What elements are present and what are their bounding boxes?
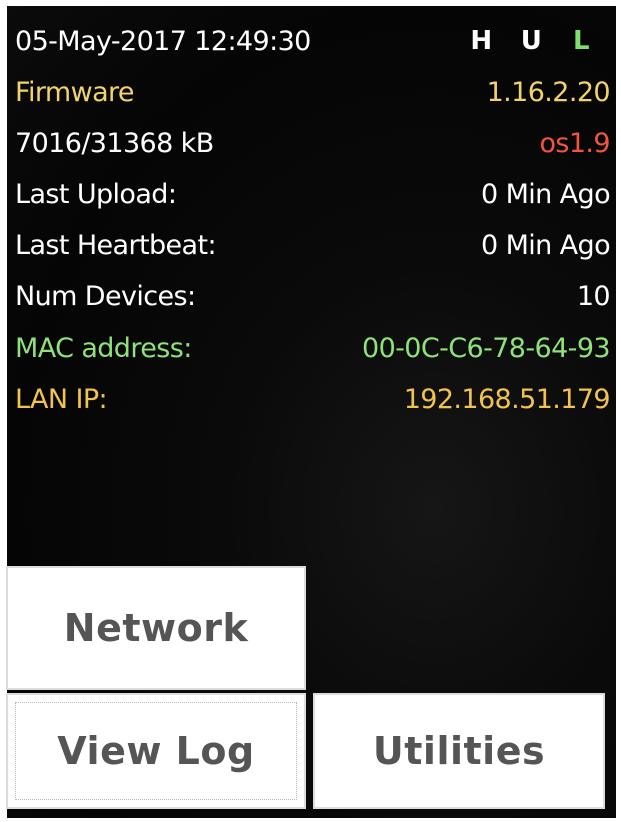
last-upload-value: 0 Min Ago — [481, 178, 611, 210]
memory-label: 7016/31368 kB — [15, 127, 214, 159]
indicator-group: H U L — [456, 26, 606, 56]
num-devices-label: Num Devices: — [15, 280, 196, 312]
last-heartbeat-row: Last Heartbeat: 0 Min Ago — [15, 221, 611, 269]
status-bar: 05-May-2017 12:49:30 H U L — [15, 17, 610, 65]
firmware-value: 1.16.2.20 — [486, 76, 611, 108]
mac-address-label: MAC address: — [15, 332, 192, 364]
indicator-l: L — [573, 26, 590, 56]
last-heartbeat-label: Last Heartbeat: — [15, 229, 217, 261]
network-button[interactable]: Network — [6, 566, 306, 690]
mac-address-row: MAC address: 00-0C-C6-78-64-93 — [15, 324, 611, 372]
indicator-u: U — [520, 26, 542, 56]
datetime-label: 05-May-2017 12:49:30 — [15, 25, 311, 57]
lan-ip-row: LAN IP: 192.168.51.179 — [15, 375, 611, 423]
firmware-row: Firmware 1.16.2.20 — [15, 68, 611, 116]
num-devices-value: 10 — [576, 280, 611, 312]
mac-address-value: 00-0C-C6-78-64-93 — [361, 332, 611, 364]
lan-ip-label: LAN IP: — [15, 383, 108, 415]
indicator-h: H — [470, 26, 492, 56]
firmware-label: Firmware — [15, 76, 135, 108]
view-log-button[interactable]: View Log — [6, 693, 306, 809]
os-version-value: os1.9 — [539, 127, 610, 159]
last-upload-row: Last Upload: 0 Min Ago — [15, 170, 611, 218]
last-heartbeat-value: 0 Min Ago — [481, 229, 611, 261]
memory-row: 7016/31368 kB os1.9 — [15, 119, 611, 167]
lan-ip-value: 192.168.51.179 — [403, 383, 611, 415]
last-upload-label: Last Upload: — [15, 178, 177, 210]
num-devices-row: Num Devices: 10 — [15, 272, 611, 320]
utilities-button[interactable]: Utilities — [313, 693, 605, 809]
